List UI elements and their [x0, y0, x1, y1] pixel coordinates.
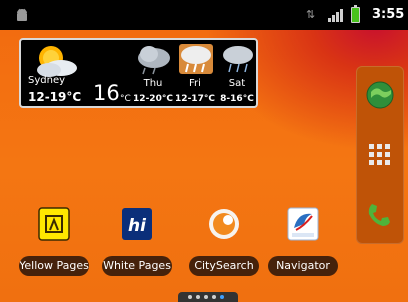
page-dot [212, 295, 216, 299]
status-bar[interactable]: ⇅ 3:55 pm [0, 0, 408, 30]
app-label: Navigator [268, 256, 338, 276]
page-dot-active [220, 295, 224, 299]
rain-icon [223, 46, 253, 73]
forecast-day: Sat 8-16°C [217, 42, 256, 106]
page-dot [188, 295, 192, 299]
citysearch-icon [209, 209, 239, 239]
app-grid-icon[interactable] [365, 140, 395, 170]
weather-city: Sydney [28, 75, 66, 86]
phone-icon[interactable] [365, 200, 395, 230]
navigator-icon [287, 207, 319, 241]
app-label: Yellow Pages [19, 256, 89, 276]
svg-text:hi: hi [128, 216, 147, 236]
status-time: 3:55 pm [372, 7, 408, 22]
launcher-dock [356, 66, 404, 244]
forecast-day-label: Sat [228, 78, 246, 89]
cloudy-rain-icon [179, 44, 213, 74]
forecast-day-range: 8-16°C [220, 94, 254, 104]
forecast-day-label: Fri [189, 78, 201, 89]
forecast-day-range: 12-20°C [133, 94, 173, 104]
weather-today-range: 12-19°C [28, 90, 82, 104]
app-shortcut[interactable]: Yellow Pages [17, 206, 91, 276]
app-shortcut[interactable]: Navigator [266, 206, 340, 276]
weather-current-temp: 16 [93, 81, 120, 105]
yellow-pages-icon [38, 207, 70, 241]
forecast-day-label: Thu [143, 78, 163, 89]
page-dot [196, 295, 200, 299]
home-screen: ⇅ 3:55 pm Sydney 12-19°C 16 °C [0, 0, 408, 302]
page-dot [204, 295, 208, 299]
weather-widget[interactable]: Sydney 12-19°C 16 °C Thu 12-20°C Fri 12-… [19, 38, 258, 108]
signal-bars-icon [328, 9, 343, 22]
android-icon [17, 8, 27, 21]
page-indicator[interactable] [178, 292, 238, 302]
globe-icon[interactable] [365, 80, 395, 110]
forecast-day: Thu 12-20°C [133, 42, 173, 106]
forecast-day-range: 12-17°C [175, 94, 215, 104]
app-label: White Pages [102, 256, 172, 276]
app-shortcut[interactable]: hi White Pages [100, 206, 174, 276]
white-pages-icon: hi [122, 208, 152, 240]
app-label: CitySearch [189, 256, 259, 276]
data-arrows-icon: ⇅ [306, 8, 316, 21]
app-shortcut[interactable]: CitySearch [187, 206, 261, 276]
cloudy-icon [138, 46, 170, 75]
battery-charging-icon [351, 5, 360, 23]
forecast-day: Fri 12-17°C [175, 42, 215, 106]
